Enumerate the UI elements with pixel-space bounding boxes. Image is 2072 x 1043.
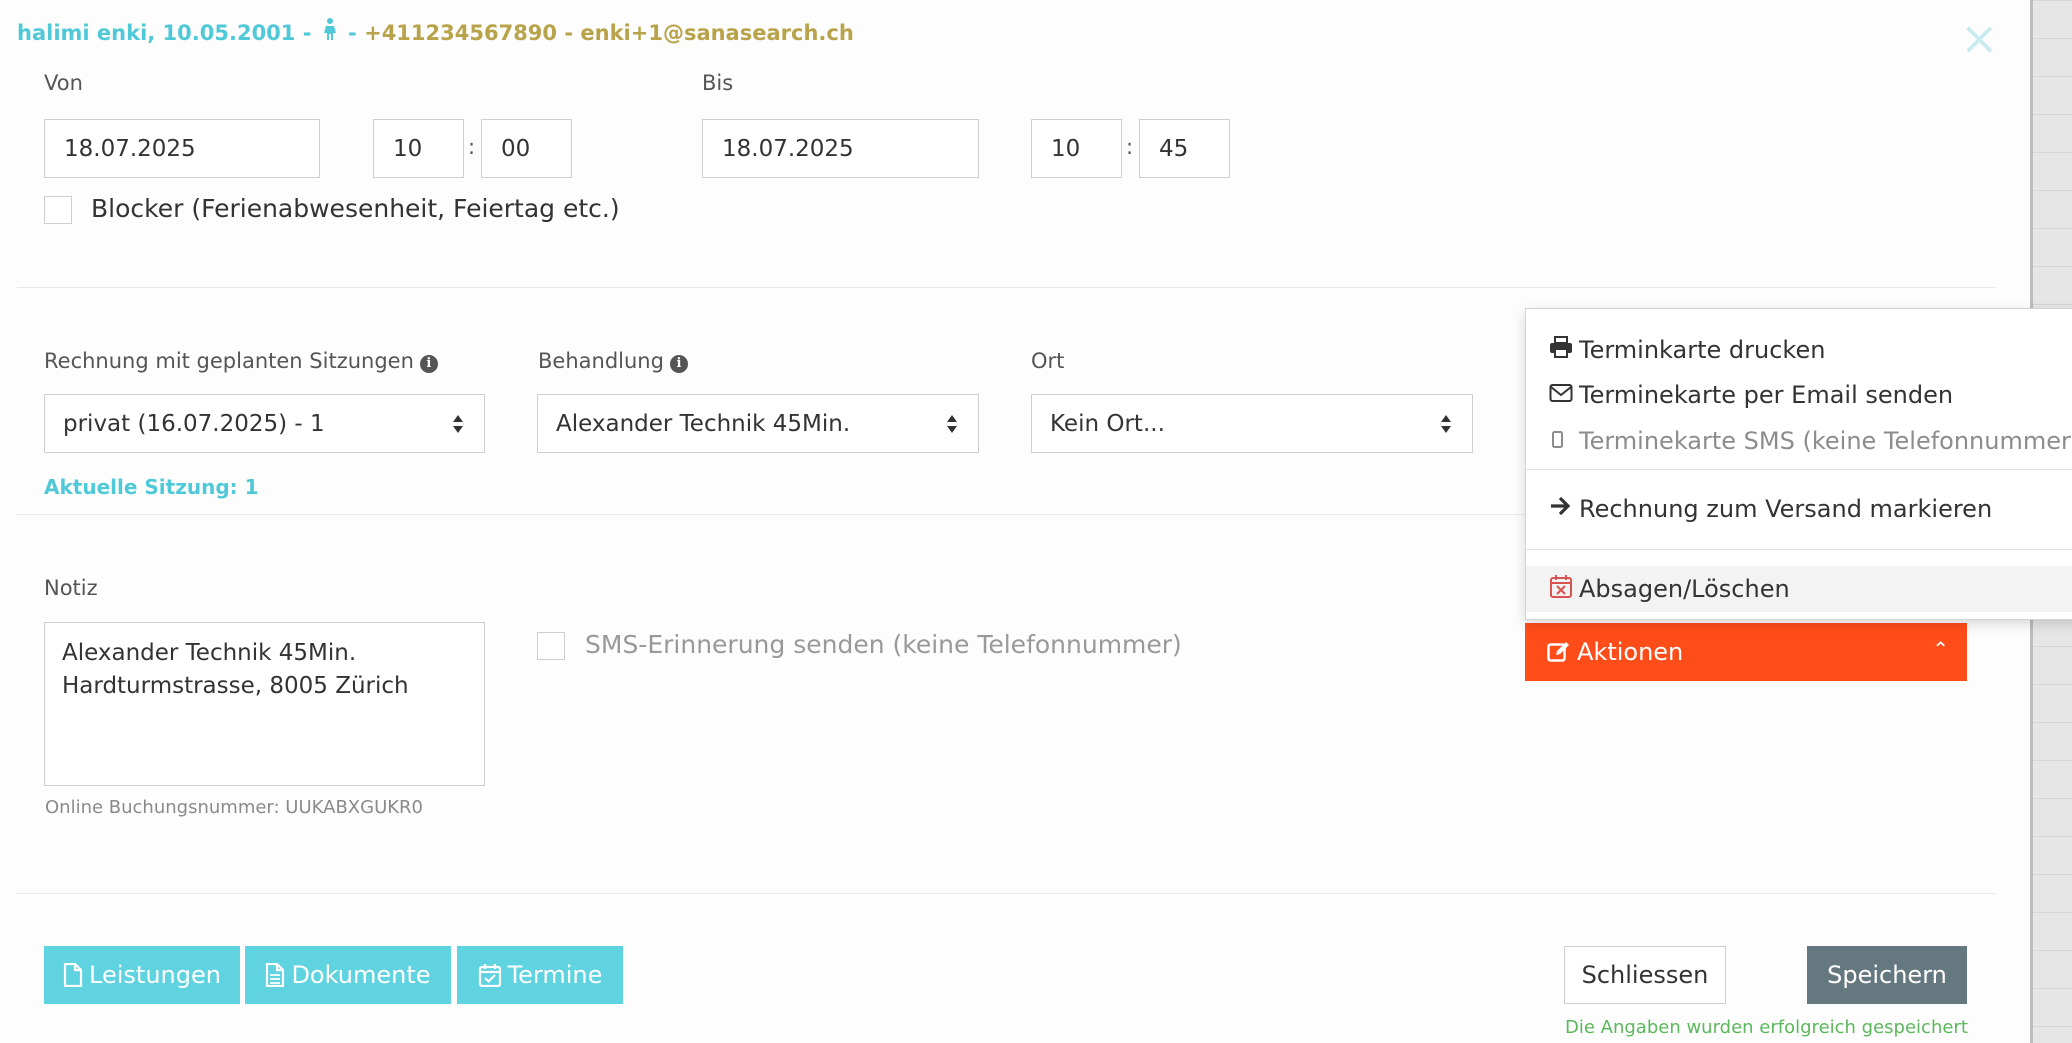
schliessen-button[interactable]: Schliessen bbox=[1564, 946, 1726, 1004]
aktionen-dropdown-menu: Terminkarte drucken Terminekarte per Ema… bbox=[1525, 308, 2072, 620]
close-icon[interactable]: × bbox=[1960, 15, 1999, 61]
rechnung-label: Rechnung mit geplanten Sitzungen i bbox=[44, 349, 438, 373]
behandlung-select-value: Alexander Technik 45Min. bbox=[556, 410, 851, 437]
rechnung-label-text: Rechnung mit geplanten Sitzungen bbox=[44, 349, 414, 373]
bis-date-input[interactable]: 18.07.2025 bbox=[702, 119, 979, 178]
menu-divider bbox=[1526, 469, 2072, 470]
bis-label: Bis bbox=[702, 71, 734, 95]
leistungen-label: Leistungen bbox=[89, 961, 221, 989]
patient-name-dob: halimi enki, 10.05.2001 bbox=[17, 21, 296, 45]
behandlung-label-text: Behandlung bbox=[538, 349, 664, 373]
time-colon: : bbox=[468, 135, 476, 159]
menu-item-label: Absagen/Löschen bbox=[1579, 575, 1790, 603]
behandlung-label: Behandlung i bbox=[538, 349, 688, 373]
von-hour-input[interactable]: 10 bbox=[373, 119, 464, 178]
calendar-check-icon bbox=[478, 964, 501, 987]
behandlung-select[interactable]: Alexander Technik 45Min. bbox=[537, 394, 979, 453]
header-separator: - bbox=[340, 21, 365, 45]
menu-item-label: Terminekarte per Email senden bbox=[1579, 381, 1954, 409]
patient-header: halimi enki, 10.05.2001 - - +41123456789… bbox=[17, 18, 854, 45]
notiz-textarea[interactable]: Alexander Technik 45Min. Hardturmstrasse… bbox=[44, 622, 485, 786]
mobile-icon bbox=[1549, 427, 1575, 455]
menu-item-label: Terminkarte drucken bbox=[1579, 336, 1826, 364]
info-icon[interactable]: i bbox=[669, 355, 688, 373]
dokumente-label: Dokumente bbox=[291, 961, 431, 989]
divider bbox=[17, 893, 1995, 894]
sms-reminder-checkbox[interactable] bbox=[537, 632, 565, 660]
rechnung-select-value: privat (16.07.2025) - 1 bbox=[63, 410, 325, 437]
booking-number: Online Buchungsnummer: UUKABXGUKR0 bbox=[45, 797, 424, 818]
aktionen-button[interactable]: Aktionen ⌃ bbox=[1525, 623, 1967, 681]
header-separator: - bbox=[557, 21, 581, 45]
termine-button[interactable]: Termine bbox=[457, 946, 623, 1004]
ort-select[interactable]: Kein Ort... bbox=[1031, 394, 1473, 453]
bis-hour-input[interactable]: 10 bbox=[1031, 119, 1122, 178]
file-icon bbox=[63, 963, 83, 987]
edit-icon bbox=[1547, 642, 1569, 662]
ort-select-value: Kein Ort... bbox=[1050, 410, 1165, 437]
von-minute-input[interactable]: 00 bbox=[481, 119, 572, 178]
termine-label: Termine bbox=[507, 961, 603, 989]
calendar-x-icon bbox=[1549, 574, 1575, 604]
patient-email: enki+1@sanasearch.ch bbox=[580, 21, 854, 45]
sort-arrows-icon bbox=[453, 414, 463, 433]
blocker-label: Blocker (Ferienabwesenheit, Feiertag etc… bbox=[91, 194, 620, 223]
von-date-input[interactable]: 18.07.2025 bbox=[44, 119, 320, 178]
menu-item-email[interactable]: Terminekarte per Email senden bbox=[1526, 372, 2072, 418]
menu-item-sms[interactable]: Terminekarte SMS (keine Telefonnummer) bbox=[1526, 418, 2072, 464]
arrow-right-icon bbox=[1549, 495, 1575, 523]
menu-item-absagen-loeschen[interactable]: Absagen/Löschen bbox=[1526, 566, 2072, 612]
chevron-up-icon: ⌃ bbox=[1932, 637, 1949, 661]
menu-item-print[interactable]: Terminkarte drucken bbox=[1526, 327, 2072, 373]
rechnung-select[interactable]: privat (16.07.2025) - 1 bbox=[44, 394, 485, 453]
aktuelle-sitzung-link[interactable]: Aktuelle Sitzung: 1 bbox=[44, 475, 259, 499]
blocker-checkbox[interactable] bbox=[44, 196, 72, 224]
sort-arrows-icon bbox=[947, 414, 957, 433]
menu-item-rechnung-versand[interactable]: Rechnung zum Versand markieren bbox=[1526, 486, 2072, 532]
file-text-icon bbox=[266, 963, 285, 987]
leistungen-button[interactable]: Leistungen bbox=[44, 946, 240, 1004]
notiz-label: Notiz bbox=[44, 576, 98, 600]
divider bbox=[17, 287, 1995, 288]
speichern-button[interactable]: Speichern bbox=[1807, 946, 1967, 1004]
header-separator: - bbox=[295, 21, 319, 45]
dokumente-button[interactable]: Dokumente bbox=[245, 946, 451, 1004]
female-icon bbox=[323, 18, 337, 45]
patient-phone: +411234567890 bbox=[364, 21, 558, 45]
save-status-message: Die Angaben wurden erfolgreich gespeiche… bbox=[1565, 1017, 1968, 1038]
aktionen-label: Aktionen bbox=[1577, 638, 1684, 666]
print-icon bbox=[1549, 336, 1575, 364]
menu-item-label: Terminekarte SMS (keine Telefonnummer) bbox=[1579, 427, 2072, 455]
sms-reminder-label: SMS-Erinnerung senden (keine Telefonnumm… bbox=[585, 630, 1182, 659]
bis-minute-input[interactable]: 45 bbox=[1139, 119, 1230, 178]
von-label: Von bbox=[44, 71, 83, 95]
menu-divider bbox=[1526, 549, 2072, 550]
menu-item-label: Rechnung zum Versand markieren bbox=[1579, 495, 1993, 523]
time-colon: : bbox=[1126, 135, 1134, 159]
ort-label: Ort bbox=[1031, 349, 1065, 373]
envelope-icon bbox=[1549, 381, 1575, 409]
sort-arrows-icon bbox=[1441, 414, 1451, 433]
info-icon[interactable]: i bbox=[419, 355, 438, 373]
